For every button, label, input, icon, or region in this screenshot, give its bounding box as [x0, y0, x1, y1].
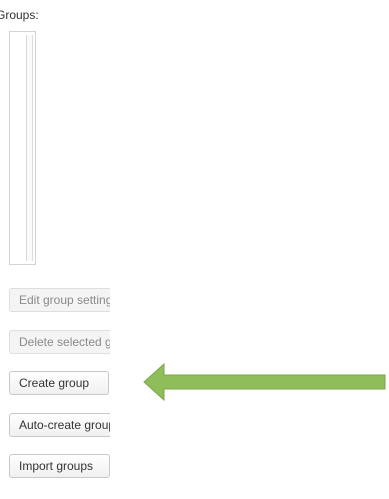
groups-list[interactable] [9, 31, 36, 265]
groups-list-scrollbar[interactable] [26, 35, 33, 261]
pointer-arrow-icon [143, 362, 386, 402]
edit-group-settings-button[interactable]: Edit group settings [9, 288, 110, 312]
import-groups-button[interactable]: Import groups [9, 454, 110, 478]
create-group-button[interactable]: Create group [9, 371, 109, 395]
pointer-arrow-shape [143, 362, 386, 402]
groups-label: Groups: [0, 8, 39, 22]
auto-create-groups-button[interactable]: Auto-create groups [9, 413, 110, 437]
groups-panel: Groups: Edit group settings Delete selec… [0, 0, 110, 499]
delete-selected-button[interactable]: Delete selected group [9, 330, 110, 354]
page: Groups: Edit group settings Delete selec… [0, 0, 389, 499]
